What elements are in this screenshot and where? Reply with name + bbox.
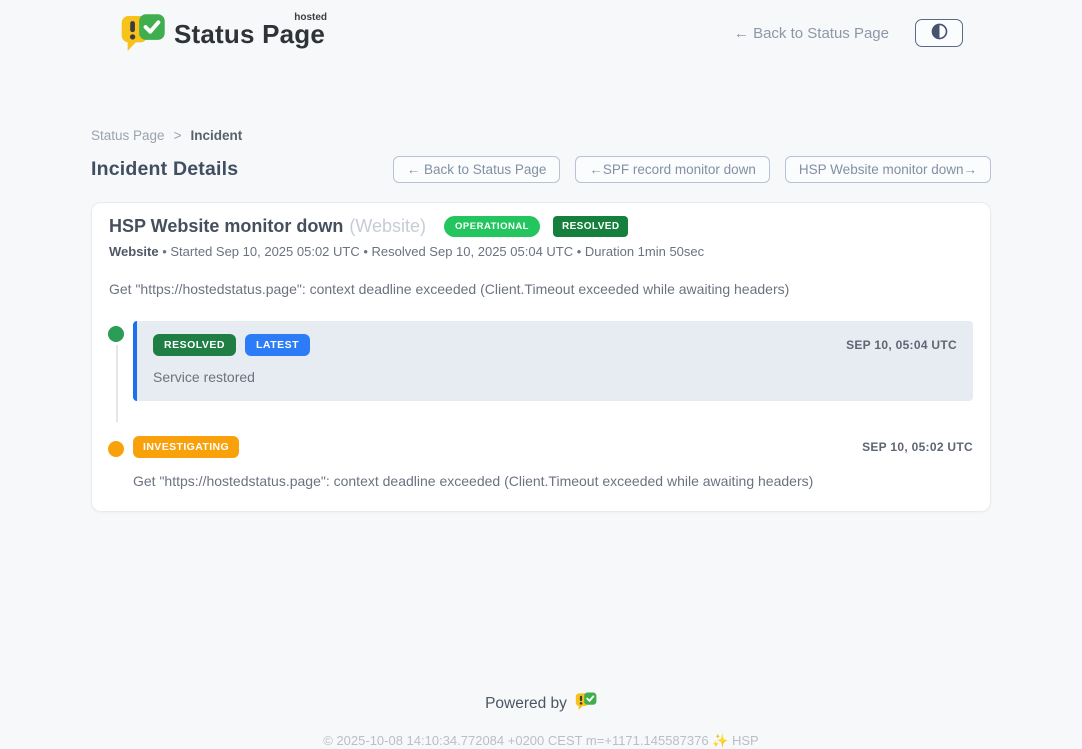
incident-card: HSP Website monitor down (Website) OPERA… — [91, 202, 991, 512]
main-content: Status Page > Incident Incident Details … — [91, 128, 991, 512]
header-back-to-status-page-link[interactable]: ← Back to Status Page — [734, 25, 889, 42]
copyright-brand: HSP — [728, 733, 758, 748]
timeline-resolved-box: RESOLVED LATEST SEP 10, 05:04 UTC Servic… — [133, 321, 973, 401]
breadcrumb: Status Page > Incident — [91, 128, 991, 143]
copyright-text: © 2025-10-08 14:10:34.772084 +0200 CEST … — [0, 733, 1082, 749]
powered-by-label: Powered by — [485, 695, 567, 713]
app-logo[interactable]: Status Page hosted — [120, 13, 325, 53]
breadcrumb-separator: > — [174, 128, 182, 143]
timeline-resolved-timestamp: SEP 10, 05:04 UTC — [846, 338, 957, 352]
incident-meta: Website • Started Sep 10, 2025 05:02 UTC… — [109, 244, 973, 259]
sparkle-icon: ✨ — [712, 733, 728, 748]
page-title: Incident Details — [91, 158, 238, 181]
copyright-timestamp: © 2025-10-08 14:10:34.772084 +0200 CEST … — [323, 733, 712, 748]
resolved-status-badge: RESOLVED — [553, 216, 628, 237]
incident-component: Website — [109, 244, 159, 259]
timeline-investigating-timestamp: SEP 10, 05:02 UTC — [862, 440, 973, 454]
footer: Powered by © 2025-10-08 14:10:34.772084 … — [0, 692, 1082, 749]
breadcrumb-status-page[interactable]: Status Page — [91, 128, 165, 143]
timeline-resolved-badge: RESOLVED — [153, 334, 236, 356]
timeline-investigating-message: Get "https://hostedstatus.page": context… — [133, 473, 973, 489]
incident-scope: (Website) — [349, 216, 426, 237]
header: Status Page hosted ← Back to Status Page — [91, 0, 991, 53]
incident-meta-times: • Started Sep 10, 2025 05:02 UTC • Resol… — [159, 244, 705, 259]
timeline-investigating-badge: INVESTIGATING — [133, 436, 239, 458]
incident-title: HSP Website monitor down — [109, 216, 343, 237]
incident-timeline: RESOLVED LATEST SEP 10, 05:04 UTC Servic… — [109, 321, 973, 489]
incident-nav-buttons: ← Back to Status Page ←SPF record monito… — [393, 156, 991, 183]
prev-incident-button[interactable]: ←SPF record monitor down — [575, 156, 770, 183]
back-to-status-page-button[interactable]: ← Back to Status Page — [393, 156, 561, 183]
half-circle-contrast-icon — [930, 22, 949, 44]
statuspage-logo-icon — [120, 13, 166, 53]
breadcrumb-incident: Incident — [190, 128, 242, 143]
timeline-entry-resolved: RESOLVED LATEST SEP 10, 05:04 UTC Servic… — [109, 321, 973, 401]
operational-status-badge: OPERATIONAL — [444, 216, 540, 237]
next-incident-button[interactable]: HSP Website monitor down→ — [785, 156, 991, 183]
brand-name: Status Page — [174, 19, 325, 49]
powered-by[interactable]: Powered by — [485, 692, 597, 716]
timeline-latest-badge: LATEST — [245, 334, 310, 356]
timeline-resolved-message: Service restored — [153, 369, 957, 385]
timeline-dot-resolved-icon — [108, 326, 124, 342]
timeline-entry-investigating: INVESTIGATING SEP 10, 05:02 UTC Get "htt… — [109, 436, 973, 489]
incident-description: Get "https://hostedstatus.page": context… — [109, 281, 973, 297]
timeline-dot-investigating-icon — [108, 441, 124, 457]
brand-hosted-label: hosted — [294, 12, 327, 23]
statuspage-mini-logo-icon — [575, 692, 597, 716]
theme-toggle-button[interactable] — [915, 19, 963, 47]
